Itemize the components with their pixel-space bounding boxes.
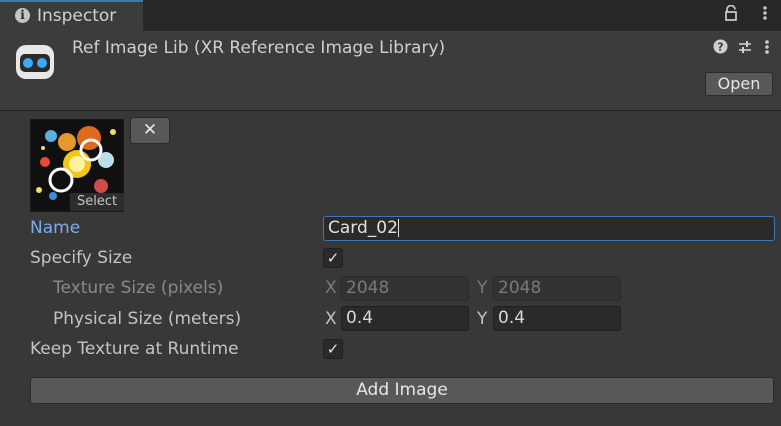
texture-x-field: 2048	[341, 276, 469, 301]
help-icon[interactable]: ?	[713, 39, 728, 58]
specify-size-label: Specify Size	[30, 248, 133, 268]
asset-title: Ref Image Lib (XR Reference Image Librar…	[72, 38, 446, 58]
text-cursor	[397, 219, 399, 237]
specify-size-checkbox[interactable]: ✓	[323, 248, 343, 268]
physical-size-label: Physical Size (meters)	[53, 309, 242, 329]
checkmark-icon: ✓	[326, 249, 340, 267]
texture-size-label: Texture Size (pixels)	[53, 278, 224, 298]
physical-y-field[interactable]: 0.4	[493, 306, 621, 331]
physical-x-field[interactable]: 0.4	[341, 306, 469, 331]
texture-y-field: 2048	[493, 276, 621, 301]
inspector-header: Ref Image Lib (XR Reference Image Librar…	[0, 31, 781, 111]
checkmark-icon: ✓	[326, 340, 340, 358]
info-icon: i	[15, 8, 30, 23]
name-value: Card_02	[328, 218, 398, 238]
close-icon: ✕	[142, 120, 158, 140]
name-field[interactable]: Card_02	[323, 216, 775, 241]
keep-texture-label: Keep Texture at Runtime	[30, 339, 239, 359]
physical-x-label: X	[325, 309, 337, 329]
vr-goggles-icon	[13, 42, 57, 82]
texture-y-label: Y	[477, 278, 488, 298]
name-label: Name	[30, 218, 81, 238]
svg-text:?: ?	[717, 41, 723, 54]
tab-inspector[interactable]: i Inspector	[0, 0, 143, 31]
remove-image-button[interactable]: ✕	[130, 117, 170, 144]
preset-sliders-icon[interactable]	[737, 39, 753, 59]
keep-texture-checkbox[interactable]: ✓	[323, 339, 343, 359]
physical-y-label: Y	[477, 309, 488, 329]
texture-x-label: X	[325, 278, 337, 298]
select-texture-label[interactable]: Select	[70, 193, 124, 211]
add-image-button[interactable]: Add Image	[30, 377, 774, 404]
open-button[interactable]: Open	[705, 72, 773, 96]
tab-label: Inspector	[37, 6, 117, 26]
kebab-menu-icon[interactable]	[764, 39, 770, 59]
lock-icon[interactable]	[724, 4, 738, 25]
kebab-menu-icon[interactable]	[762, 5, 768, 25]
tab-bar: i Inspector	[0, 0, 781, 31]
